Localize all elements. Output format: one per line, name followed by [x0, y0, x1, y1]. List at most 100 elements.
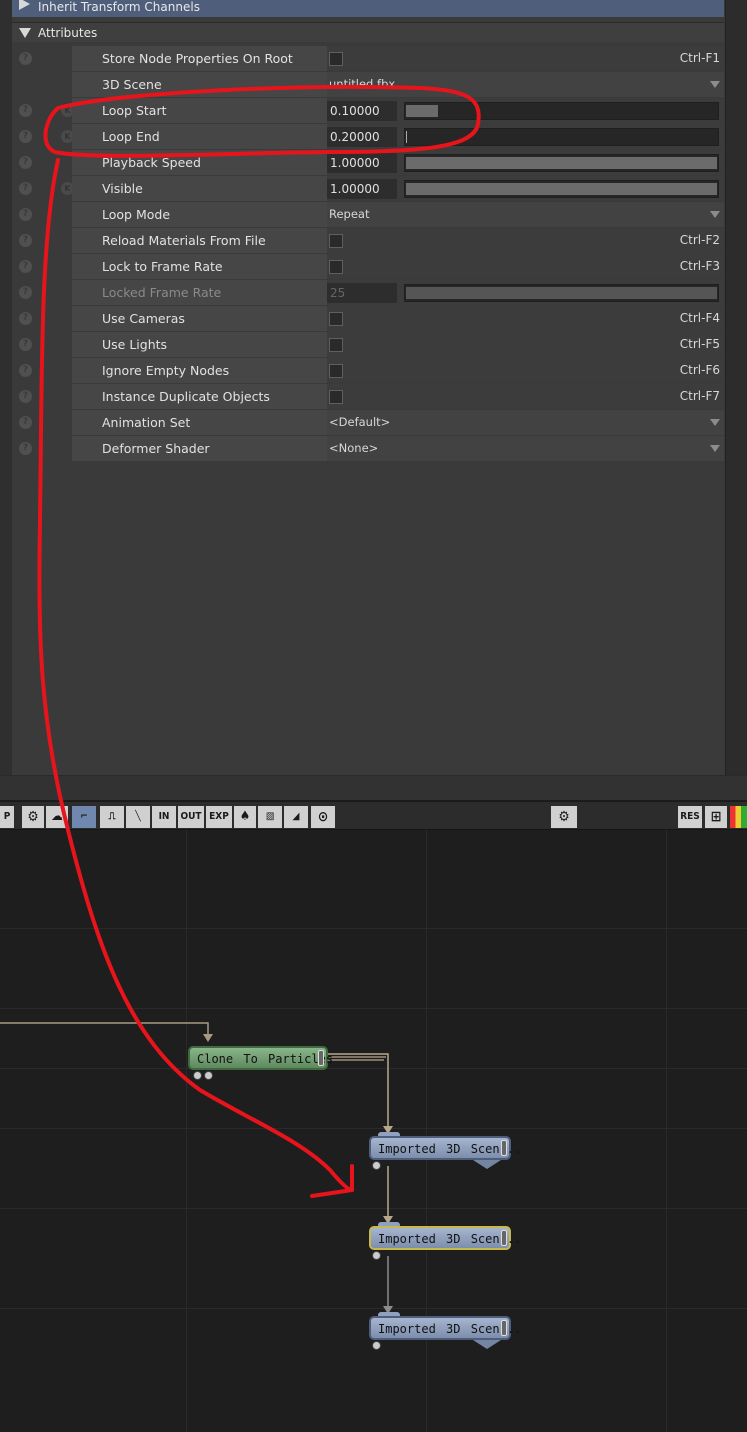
help-icon[interactable]: ?	[19, 416, 32, 429]
ignore-empty-nodes-checkbox[interactable]	[329, 364, 343, 378]
animation-set-dropdown[interactable]: <Default>	[327, 410, 724, 435]
help-icon[interactable]: ?	[19, 442, 32, 455]
use-lights-checkbox[interactable]	[329, 338, 343, 352]
attr-row-3d-scene: L 3D Scene untitled.fbx	[12, 72, 724, 98]
attr-label: Playback Speed	[72, 150, 327, 175]
cloud-icon[interactable]: ☁	[46, 806, 68, 828]
help-icon[interactable]: ?	[19, 312, 32, 325]
help-icon[interactable]: ?	[19, 390, 32, 403]
attr-label: 3D Scene	[72, 72, 327, 97]
attr-label: Animation Set	[72, 410, 327, 435]
node-endcap	[501, 1140, 507, 1156]
out-button[interactable]: OUT	[178, 806, 204, 828]
p-button[interactable]: P	[0, 806, 14, 828]
attr-label: Use Lights	[72, 332, 327, 357]
color-bars-icon[interactable]	[730, 806, 747, 828]
help-icon[interactable]: ?	[19, 104, 32, 117]
bell-icon[interactable]: ♠	[234, 806, 256, 828]
attr-label: Locked Frame Rate	[72, 280, 327, 305]
node-title: Clone To Particles	[197, 1052, 334, 1066]
node-graph[interactable]: Clone To Particles Imported 3D Scen... I…	[0, 830, 747, 1432]
loop-start-slider[interactable]	[404, 102, 719, 120]
line-icon[interactable]: ╲	[126, 806, 150, 828]
attr-row-loop-mode: ? Loop Mode Repeat	[12, 202, 724, 228]
help-icon[interactable]: ?	[19, 286, 32, 299]
attr-row-store-node-properties: ? L Store Node Properties On Root Ctrl-F…	[12, 46, 724, 72]
attr-label: Store Node Properties On Root	[72, 46, 327, 71]
help-icon[interactable]: ?	[19, 364, 32, 377]
shortcut-text: Ctrl-F1	[679, 51, 720, 65]
loop-end-slider[interactable]	[404, 128, 719, 146]
node-endcap	[501, 1320, 507, 1336]
expanded-triangle-icon	[19, 28, 31, 38]
help-icon[interactable]: ?	[19, 156, 32, 169]
slider-fill	[406, 157, 717, 169]
attr-label: Lock to Frame Rate	[72, 254, 327, 279]
help-icon[interactable]: ?	[19, 52, 32, 65]
help-icon[interactable]: ?	[19, 338, 32, 351]
imported-3d-scene-node-1[interactable]: Imported 3D Scen...	[369, 1136, 521, 1169]
shortcut-text: Ctrl-F6	[679, 363, 720, 377]
node-port-icon[interactable]	[372, 1161, 381, 1170]
attr-label: Loop Start	[72, 98, 327, 123]
help-icon[interactable]: ?	[19, 182, 32, 195]
imported-3d-scene-node-3[interactable]: Imported 3D Scen...	[369, 1316, 521, 1349]
attr-label: Reload Materials From File	[72, 228, 327, 253]
clone-to-particles-node[interactable]: Clone To Particles	[188, 1046, 333, 1070]
attr-row-ignore-empty-nodes: ? Ignore Empty Nodes Ctrl-F6	[12, 358, 724, 384]
attr-row-playback-speed: ? L Playback Speed 1.00000	[12, 150, 724, 176]
inherit-transform-channels-header[interactable]: Inherit Transform Channels	[12, 0, 724, 17]
help-icon[interactable]: ?	[19, 208, 32, 221]
attributes-header[interactable]: Attributes	[12, 22, 724, 42]
dropdown-value: <None>	[329, 441, 379, 455]
attr-label: Visible	[72, 176, 327, 201]
3d-scene-file-dropdown[interactable]: untitled.fbx	[327, 72, 724, 97]
node-port-icon[interactable]	[204, 1071, 213, 1080]
node-port-icon[interactable]	[372, 1251, 381, 1260]
panel-left-strip	[0, 0, 12, 800]
in-button[interactable]: IN	[152, 806, 176, 828]
slider-fill	[406, 183, 717, 195]
visible-input[interactable]: 1.00000	[327, 179, 397, 199]
settings-gear-icon[interactable]: ⚙	[551, 806, 577, 828]
target-icon[interactable]: ⊙	[311, 806, 335, 828]
help-icon[interactable]: ?	[19, 234, 32, 247]
loop-start-input[interactable]: 0.10000	[327, 101, 397, 121]
loop-mode-dropdown[interactable]: Repeat	[327, 202, 724, 227]
dropdown-value: untitled.fbx	[329, 77, 396, 91]
locked-frame-rate-input: 25	[327, 283, 397, 303]
step-icon[interactable]: ⎍	[100, 806, 124, 828]
shortcut-text: Ctrl-F5	[679, 337, 720, 351]
panel-scrollbar[interactable]	[725, 0, 747, 800]
node-output-triangle	[473, 1340, 501, 1349]
help-icon[interactable]: ?	[19, 260, 32, 273]
node-title: Imported 3D Scen...	[378, 1142, 522, 1156]
gear-icon[interactable]: ⚙	[22, 806, 44, 828]
node-port-icon[interactable]	[372, 1341, 381, 1350]
attr-row-locked-frame-rate: ? Locked Frame Rate 25	[12, 280, 724, 306]
playback-speed-input[interactable]: 1.00000	[327, 153, 397, 173]
visible-slider[interactable]	[404, 180, 719, 198]
store-node-properties-checkbox[interactable]	[329, 52, 343, 66]
collapsed-triangle-icon	[19, 0, 30, 10]
attr-label: Loop End	[72, 124, 327, 149]
exp-button[interactable]: EXP	[206, 806, 232, 828]
hatch-icon[interactable]: ▧	[258, 806, 282, 828]
use-cameras-checkbox[interactable]	[329, 312, 343, 326]
grid-icon[interactable]: ⊞	[705, 806, 727, 828]
bracket-tool-icon[interactable]: ⌐	[72, 806, 96, 828]
ramp-icon[interactable]: ◢	[284, 806, 308, 828]
help-icon[interactable]: ?	[19, 130, 32, 143]
playback-speed-slider[interactable]	[404, 154, 719, 172]
node-graph-toolbar: P ⚙ ☁ ⌐ ⎍ ╲ IN OUT EXP ♠ ▧ ◢ ⊙ ⚙ RES ⊞	[0, 801, 747, 830]
deformer-shader-dropdown[interactable]: <None>	[327, 436, 724, 461]
slider-fill	[406, 131, 407, 143]
imported-3d-scene-node-2[interactable]: Imported 3D Scen...	[369, 1226, 521, 1250]
res-button[interactable]: RES	[678, 806, 702, 828]
lock-frame-rate-checkbox[interactable]	[329, 260, 343, 274]
instance-duplicates-checkbox[interactable]	[329, 390, 343, 404]
loop-end-input[interactable]: 0.20000	[327, 127, 397, 147]
attr-row-use-cameras: ? Use Cameras Ctrl-F4	[12, 306, 724, 332]
node-port-icon[interactable]	[193, 1071, 202, 1080]
reload-materials-checkbox[interactable]	[329, 234, 343, 248]
